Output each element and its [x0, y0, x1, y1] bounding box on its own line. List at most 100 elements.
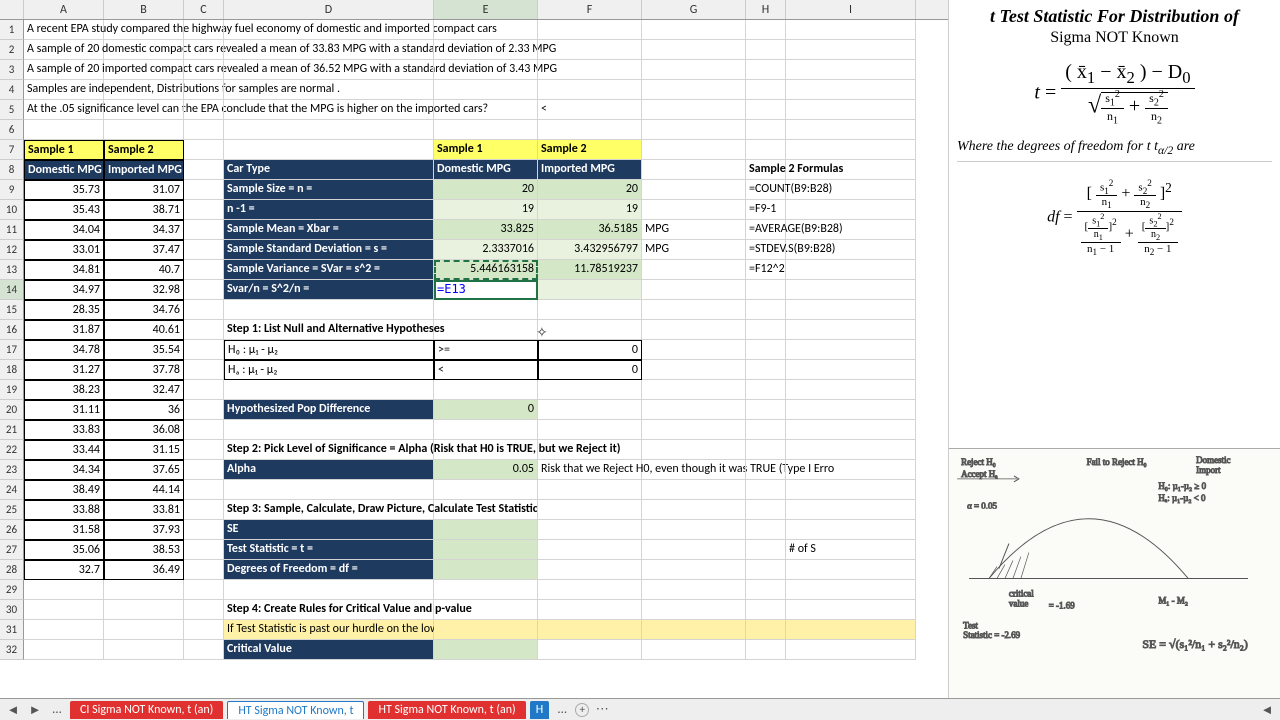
cell-B3[interactable]	[104, 60, 184, 80]
cell-C27[interactable]	[184, 540, 224, 560]
rowhdr-28[interactable]: 28	[0, 560, 24, 580]
cell-D26[interactable]: SE	[224, 520, 434, 540]
cell-H9[interactable]: =COUNT(B9:B28)	[746, 180, 786, 200]
cell-I5[interactable]	[786, 100, 916, 120]
col-D[interactable]: D	[224, 0, 434, 19]
tab-scroll-left-icon[interactable]: ◄	[4, 702, 22, 718]
cell-B29[interactable]	[104, 580, 184, 600]
cell-H11[interactable]: =AVERAGE(B9:B28)	[746, 220, 786, 240]
cell-E17[interactable]: >=	[434, 340, 538, 360]
cell-G24[interactable]	[642, 480, 746, 500]
cell-B27[interactable]: 38.53	[104, 540, 184, 560]
cell-H25[interactable]	[746, 500, 786, 520]
cell-F4[interactable]	[538, 80, 642, 100]
cell-G18[interactable]	[642, 360, 746, 380]
cell-E23[interactable]: 0.05	[434, 460, 538, 480]
cell-A20[interactable]: 31.11	[24, 400, 104, 420]
cell-A21[interactable]: 33.83	[24, 420, 104, 440]
cell-E10[interactable]: 19	[434, 200, 538, 220]
cell-F20[interactable]	[538, 400, 642, 420]
cell-E8[interactable]: Domestic MPG	[434, 160, 538, 180]
cell-A9[interactable]: 35.73	[24, 180, 104, 200]
cell-I12[interactable]	[786, 240, 916, 260]
rowhdr-31[interactable]: 31	[0, 620, 24, 640]
cell-G13[interactable]	[642, 260, 746, 280]
cell-E27[interactable]	[434, 540, 538, 560]
cell-H12[interactable]: =STDEV.S(B9:B28)	[746, 240, 786, 260]
cell-E4[interactable]	[434, 80, 538, 100]
cell-A16[interactable]: 31.87	[24, 320, 104, 340]
cell-C23[interactable]	[184, 460, 224, 480]
cell-C3[interactable]	[184, 60, 224, 80]
cell-I20[interactable]	[786, 400, 916, 420]
cell-C30[interactable]	[184, 600, 224, 620]
cell-E3[interactable]	[434, 60, 538, 80]
cell-F24[interactable]	[538, 480, 642, 500]
cell-H5[interactable]	[746, 100, 786, 120]
cell-I19[interactable]	[786, 380, 916, 400]
cell-D2[interactable]	[224, 40, 434, 60]
cell-I27[interactable]: # of S	[786, 540, 916, 560]
cell-A10[interactable]: 35.43	[24, 200, 104, 220]
cell-I4[interactable]	[786, 80, 916, 100]
cell-A29[interactable]	[24, 580, 104, 600]
cell-C26[interactable]	[184, 520, 224, 540]
cell-C16[interactable]	[184, 320, 224, 340]
cell-H21[interactable]	[746, 420, 786, 440]
cell-B30[interactable]	[104, 600, 184, 620]
cell-H28[interactable]	[746, 560, 786, 580]
rowhdr-32[interactable]: 32	[0, 640, 24, 660]
cell-B8[interactable]: Imported MPG	[104, 160, 184, 180]
cell-A11[interactable]: 34.04	[24, 220, 104, 240]
cell-E32[interactable]	[434, 640, 538, 660]
cell-D9[interactable]: Sample Size = n =	[224, 180, 434, 200]
col-C[interactable]: C	[184, 0, 224, 19]
cell-H31[interactable]	[746, 620, 786, 640]
cell-B26[interactable]: 37.93	[104, 520, 184, 540]
cell-G16[interactable]	[642, 320, 746, 340]
col-G[interactable]: G	[642, 0, 746, 19]
tab-more[interactable]: H	[530, 701, 549, 719]
cell-I1[interactable]	[786, 20, 916, 40]
rowhdr-27[interactable]: 27	[0, 540, 24, 560]
tab-scroll-right-icon[interactable]: ►	[26, 702, 44, 718]
cell-D14[interactable]: Svar/n = S^2/n =	[224, 280, 434, 300]
cell-C22[interactable]	[184, 440, 224, 460]
cell-H24[interactable]	[746, 480, 786, 500]
cell-D22[interactable]: Step 2: Pick Level of Significance = Alp…	[224, 440, 434, 460]
cell-B15[interactable]: 34.76	[104, 300, 184, 320]
rowhdr-23[interactable]: 23	[0, 460, 24, 480]
cell-F2[interactable]	[538, 40, 642, 60]
cell-E20[interactable]: 0	[434, 400, 538, 420]
cell-H20[interactable]	[746, 400, 786, 420]
cell-C29[interactable]	[184, 580, 224, 600]
cell-H18[interactable]	[746, 360, 786, 380]
cell-B22[interactable]: 31.15	[104, 440, 184, 460]
cell-D19[interactable]	[224, 380, 434, 400]
cell-H15[interactable]	[746, 300, 786, 320]
cell-A22[interactable]: 33.44	[24, 440, 104, 460]
cell-E24[interactable]	[434, 480, 538, 500]
cell-F7[interactable]: Sample 2	[538, 140, 642, 160]
cell-F23[interactable]: Risk that we Reject H0, even though it w…	[538, 460, 642, 480]
cell-H17[interactable]	[746, 340, 786, 360]
cell-H2[interactable]	[746, 40, 786, 60]
cell-I18[interactable]	[786, 360, 916, 380]
cell-A23[interactable]: 34.34	[24, 460, 104, 480]
cell-I7[interactable]	[786, 140, 916, 160]
cell-I14[interactable]	[786, 280, 916, 300]
cell-A12[interactable]: 33.01	[24, 240, 104, 260]
rowhdr-15[interactable]: 15	[0, 300, 24, 320]
rowhdr-17[interactable]: 17	[0, 340, 24, 360]
cell-A31[interactable]	[24, 620, 104, 640]
cell-E5[interactable]	[434, 100, 538, 120]
rowhdr-14[interactable]: 14	[0, 280, 24, 300]
cell-G27[interactable]	[642, 540, 746, 560]
cell-E1[interactable]	[434, 20, 538, 40]
cell-E19[interactable]	[434, 380, 538, 400]
cell-A3[interactable]: A sample of 20 imported compact cars rev…	[24, 60, 104, 80]
cell-B12[interactable]: 37.47	[104, 240, 184, 260]
cell-H30[interactable]	[746, 600, 786, 620]
cell-A6[interactable]	[24, 120, 104, 140]
cell-E9[interactable]: 20	[434, 180, 538, 200]
